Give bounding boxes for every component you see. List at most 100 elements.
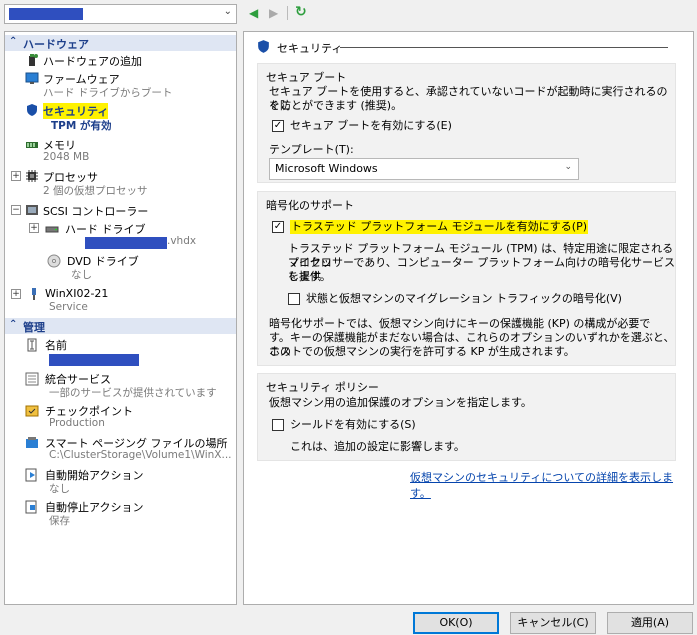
migration-encryption-checkbox[interactable] [288, 293, 300, 305]
template-dropdown[interactable]: Microsoft Windows ⌄ [269, 158, 579, 180]
tree-item-security[interactable]: セキュリティ TPM が有効 [5, 102, 236, 134]
tree-item-name[interactable]: 名前 [5, 336, 236, 368]
secure-boot-checkbox[interactable]: ✓ [272, 120, 284, 132]
template-label: テンプレート(T): [269, 143, 354, 156]
tree-item-checkpoint[interactable]: チェックポイント Production [5, 402, 236, 432]
tpm-description-line2: プロセッサーであり、コンピューター プラットフォーム向けの暗号化サービスを提供 [288, 256, 675, 283]
tree-item-label: WinXI02-21 [45, 287, 109, 300]
category-label: 管理 [23, 321, 45, 334]
template-selected-value: Microsoft Windows [275, 162, 378, 175]
collapse-icon[interactable]: ⌃ [9, 36, 17, 47]
expand-icon[interactable]: + [11, 289, 21, 299]
group-title: セキュア ブート [266, 71, 347, 84]
apply-button[interactable]: 適用(A) [607, 612, 693, 634]
toolbar-divider [287, 6, 288, 20]
integration-services-icon [25, 372, 39, 386]
tree-item-label: 名前 [45, 339, 67, 352]
chevron-down-icon[interactable]: ⌄ [564, 162, 572, 172]
secure-boot-description-line2: ぐことができます (推奨)。 [269, 99, 403, 112]
settings-tree: ⌃ ハードウェア ハードウェアの追加 ファームウェア ハード ドライブからブート… [4, 31, 237, 605]
tree-item-firmware[interactable]: ファームウェア ハード ドライブからブート [5, 70, 236, 100]
tree-item-automatic-start[interactable]: 自動開始アクション なし [5, 466, 236, 496]
tree-item-detail: C:\ClusterStorage\Volume1\WinX... [49, 449, 232, 461]
encryption-support-group: 暗号化のサポート ✓ トラステッド プラットフォーム モジュールを有効にする(P… [257, 191, 676, 366]
encryption-note-line3: ホストでの仮想マシンの実行を許可する KP が生成されます。 [269, 345, 575, 358]
tree-item-detail: ハード ドライブからブート [43, 87, 173, 99]
navigation-toolbar: ◀ ▶ ↻ [245, 4, 445, 24]
category-hardware[interactable]: ⌃ ハードウェア [5, 35, 236, 51]
tree-item-label: セキュリティ [43, 103, 109, 119]
group-title: セキュリティ ポリシー [266, 381, 379, 394]
tree-item-integration-services[interactable]: 統合サービス 一部のサービスが提供されています [5, 370, 236, 400]
tree-item-dvd-drive[interactable]: DVD ドライブ なし [5, 252, 236, 282]
forward-icon[interactable]: ▶ [269, 6, 278, 20]
page-title: セキュリティ [277, 42, 343, 55]
scsi-controller-icon [26, 205, 38, 215]
tree-item-detail: Production [49, 417, 105, 429]
tree-item-memory[interactable]: メモリ 2048 MB [5, 136, 236, 166]
tree-item-network-adapter[interactable]: + WinXI02-21 Service [5, 286, 236, 316]
tpm-checkbox-label[interactable]: トラステッド プラットフォーム モジュールを有効にする(P) [290, 220, 588, 234]
security-policy-group: セキュリティ ポリシー 仮想マシン用の追加保護のオプションを指定します。 シール… [257, 373, 676, 461]
tree-item-detail: なし [71, 269, 92, 281]
secure-boot-checkbox-label[interactable]: セキュア ブートを有効にする(E) [290, 119, 452, 133]
group-title: 暗号化のサポート [266, 199, 354, 212]
security-settings-pane: セキュリティ セキュア ブート セキュア ブートを使用すると、承認されていないコ… [243, 31, 694, 605]
tree-item-processor[interactable]: + プロセッサ 2 個の仮想プロセッサ [5, 168, 236, 198]
shielding-description: これは、追加の設定に影響します。 [290, 440, 465, 453]
network-adapter-icon [32, 288, 36, 300]
tree-item-hard-drive[interactable]: + ハード ドライブ .vhdx [5, 220, 236, 250]
tree-item-add-hardware[interactable]: ハードウェアの追加 [5, 52, 236, 68]
back-icon[interactable]: ◀ [249, 6, 258, 20]
tree-item-smart-paging[interactable]: スマート ページング ファイルの場所 C:\ClusterStorage\Vol… [5, 434, 236, 464]
secure-boot-group: セキュア ブート セキュア ブートを使用すると、承認されていないコードが起動時に… [257, 63, 676, 183]
ok-button[interactable]: OK(O) [413, 612, 499, 634]
tree-item-detail: 保存 [49, 515, 70, 527]
tree-item-label: ハード ドライブ [65, 223, 146, 236]
firmware-icon [25, 72, 39, 84]
shielding-checkbox-label[interactable]: シールドを有効にする(S) [290, 418, 416, 432]
checkpoint-icon [25, 405, 39, 417]
migration-encryption-label[interactable]: 状態と仮想マシンのマイグレーション トラフィックの暗号化(V) [306, 292, 622, 306]
tree-item-label: ハードウェアの追加 [43, 55, 142, 68]
shielding-checkbox[interactable] [272, 419, 284, 431]
vm-name-redacted [9, 8, 83, 20]
collapse-icon[interactable]: ⌃ [9, 319, 17, 330]
automatic-stop-icon [25, 500, 37, 514]
expand-icon[interactable]: + [11, 171, 21, 181]
processor-icon [26, 170, 38, 182]
tree-item-detail: .vhdx [167, 235, 197, 247]
encryption-note-line1: 暗号化サポートでは、仮想マシン向けにキーの保護機能 (KP) の構成が必要で [269, 317, 651, 330]
tree-item-detail: 2048 MB [43, 151, 90, 163]
name-icon [27, 338, 37, 352]
vm-name-redacted [49, 354, 139, 366]
tpm-description-line3: します。 [288, 270, 331, 283]
tree-item-label: SCSI コントローラー [43, 205, 149, 218]
shield-icon [27, 104, 37, 116]
tree-item-detail: TPM が有効 [51, 120, 112, 132]
paging-file-icon [26, 437, 38, 448]
security-details-link[interactable]: 仮想マシンのセキュリティについての詳細を表示します。 [410, 469, 693, 501]
collapse-icon[interactable]: − [11, 205, 21, 215]
policy-description: 仮想マシン用の追加保護のオプションを指定します。 [269, 396, 532, 409]
tree-item-detail: 一部のサービスが提供されています [49, 387, 217, 399]
automatic-start-icon [25, 468, 37, 482]
memory-icon [26, 142, 38, 148]
category-management[interactable]: ⌃ 管理 [5, 318, 236, 334]
shield-icon [258, 40, 269, 53]
tree-item-detail: Service [49, 301, 88, 313]
tree-item-detail: 2 個の仮想プロセッサ [43, 185, 148, 197]
add-hardware-icon [29, 54, 38, 66]
title-divider [340, 47, 668, 48]
settings-navigation-panel: ⌄ ⌃ ハードウェア ハードウェアの追加 ファームウェア ハード ドライブからブ… [0, 0, 241, 635]
cancel-button[interactable]: キャンセル(C) [510, 612, 596, 634]
refresh-icon[interactable]: ↻ [295, 4, 307, 20]
tree-item-scsi-controller[interactable]: − SCSI コントローラー [5, 202, 236, 218]
expand-icon[interactable]: + [29, 223, 39, 233]
tpm-checkbox[interactable]: ✓ [272, 221, 284, 233]
vm-selector[interactable]: ⌄ [4, 4, 237, 24]
vhdx-path-redacted [85, 237, 167, 249]
tree-item-automatic-stop[interactable]: 自動停止アクション 保存 [5, 498, 236, 528]
tree-item-detail: なし [49, 483, 70, 495]
chevron-down-icon[interactable]: ⌄ [224, 6, 232, 17]
